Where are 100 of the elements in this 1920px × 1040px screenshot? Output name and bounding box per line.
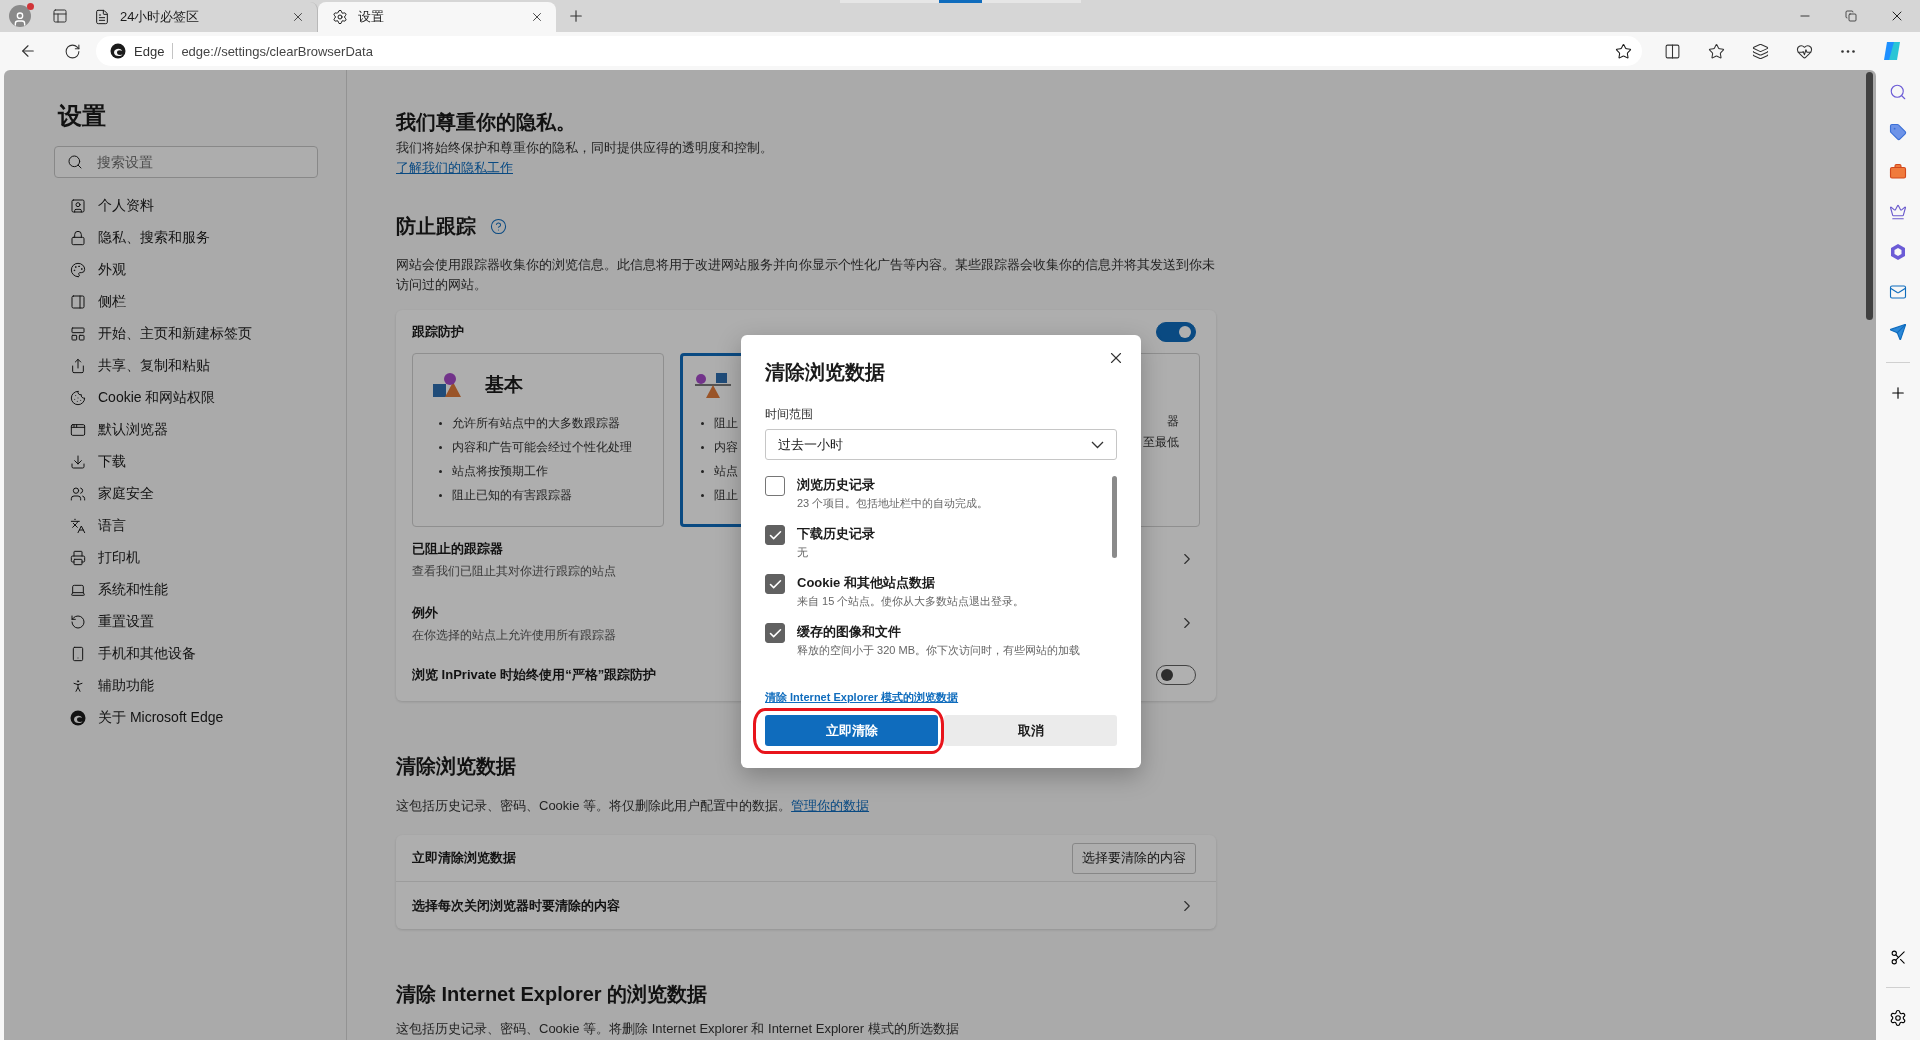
nav-item[interactable]: 隐私、搜索和服务 — [54, 222, 324, 254]
section-heading: 防止跟踪 — [396, 214, 476, 239]
tab-title: 24小时必签区 — [120, 8, 201, 26]
choose-button[interactable]: 选择要清除的内容 — [1072, 842, 1196, 874]
section-description: 这包括历史记录、密码、Cookie 等。将删除 Internet Explorer 和 Internet Explorer 模式的所选数据 — [396, 1020, 960, 1038]
help-icon — [490, 217, 507, 235]
plus-icon — [1889, 384, 1907, 402]
dialog-title: 清除浏览数据 — [765, 360, 886, 385]
cancel-button[interactable]: 取消 — [944, 715, 1117, 746]
level-bullet: 允许所有站点中的大多数跟踪器 — [452, 415, 620, 431]
nav-item[interactable]: 家庭安全 — [54, 478, 324, 510]
level-bullet: 内容和广告可能会经过个性化处理 — [452, 439, 632, 455]
level-bullet: 站点将按预期工作 — [452, 463, 548, 479]
checkbox[interactable] — [765, 574, 785, 594]
nav-item[interactable]: 关于 Microsoft Edge — [54, 702, 324, 734]
heart-pulse-icon — [1795, 42, 1813, 60]
scissors-icon — [1889, 948, 1907, 966]
nav-item[interactable]: 语言 — [54, 510, 324, 542]
nav-item[interactable]: 共享、复制和粘贴 — [54, 350, 324, 382]
nav-item[interactable]: 辅助功能 — [54, 670, 324, 702]
option-label: Cookie 和其他站点数据 — [797, 574, 936, 592]
toggle-switch[interactable] — [1156, 322, 1196, 342]
phone-icon — [70, 646, 86, 662]
settings-title: 设置 — [58, 101, 107, 131]
people-icon — [70, 486, 86, 502]
printer-icon — [70, 550, 86, 566]
lock-icon — [70, 230, 86, 246]
accessibility-icon — [70, 678, 86, 694]
tab-title: 设置 — [358, 8, 385, 26]
nav-item[interactable]: 重置设置 — [54, 606, 324, 638]
address-bar[interactable]: Edge edge://settings/clearBrowserData — [96, 36, 1642, 66]
search-icon — [67, 154, 83, 170]
search-icon — [1889, 83, 1907, 101]
nav-item[interactable]: 打印机 — [54, 542, 324, 574]
palette-icon — [70, 262, 86, 278]
option-detail: 23 个项目。包括地址栏中的自动完成。 — [797, 496, 989, 511]
balance-icon — [693, 370, 733, 400]
option-label: 下载历史记录 — [797, 525, 875, 543]
level-bullet: 内容 — [714, 439, 738, 455]
nav-item[interactable]: 下载 — [54, 446, 324, 478]
panel-icon — [70, 294, 86, 310]
privacy-text: 我们将始终保护和尊重你的隐私，同时提供应得的透明度和控制。 了解我们的隐私工作 — [396, 139, 774, 177]
star-icon — [1615, 42, 1632, 60]
nav-item[interactable]: 系统和性能 — [54, 574, 324, 606]
nav-item[interactable]: 开始、主页和新建标签页 — [54, 318, 324, 350]
search-field[interactable]: 搜索设置 — [54, 146, 318, 178]
browser-tab[interactable]: 设置 — [318, 2, 556, 32]
option-detail: 无 — [797, 545, 809, 560]
row-title: 已阻止的跟踪器 — [412, 539, 504, 558]
checkbox[interactable] — [765, 525, 785, 545]
level-card[interactable]: 基本 允许所有站点中的大多数跟踪器 内容和广告可能会经过个性化处理 站点将按预期工作 阻止已知的有害跟踪器 — [412, 353, 664, 527]
section-description: 这包括历史记录、密码、Cookie 等。将仅删除此用户配置中的数据。管理你的数据 — [396, 797, 871, 815]
section-description: 网站会使用跟踪器收集你的浏览信息。此信息将用于改进网站服务并向你显示个性化广告等内容。某些跟踪器会收集你的信息并将其发送到你未访问过的网站。 — [396, 256, 1216, 294]
option-label: 缓存的图像和文件 — [797, 623, 902, 641]
hexagon-icon — [1889, 243, 1907, 261]
send-icon — [1889, 323, 1907, 341]
level-bullet: 阻止 — [714, 415, 738, 431]
toggle-switch[interactable] — [1156, 665, 1196, 685]
logo-icon — [110, 43, 126, 59]
star-icon — [1707, 42, 1725, 60]
nav-item[interactable]: 默认浏览器 — [54, 414, 324, 446]
clear-now-button[interactable]: 立即清除 — [765, 715, 938, 746]
plus-icon — [567, 7, 585, 25]
nav-item[interactable]: 侧栏 — [54, 286, 324, 318]
refresh-icon — [63, 42, 81, 60]
level-bullet: 站点 — [714, 463, 738, 479]
nav-item[interactable]: 外观 — [54, 254, 324, 286]
window-icon — [70, 422, 86, 438]
tag-icon — [1889, 123, 1907, 141]
level-bullet: 器 — [1167, 414, 1179, 429]
time-range-dropdown[interactable]: 过去一小时 — [765, 429, 1117, 460]
row-title: 立即清除浏览数据 — [412, 849, 516, 867]
reset-icon — [70, 614, 86, 630]
close-icon — [291, 10, 305, 24]
manage-data-link[interactable]: 管理你的数据 — [791, 798, 870, 813]
option-detail: 释放的空间小于 320 MB。你下次访问时，有些网站的加载 — [797, 643, 1080, 658]
panel-title: 跟踪防护 — [412, 323, 464, 341]
more-icon — [1841, 49, 1855, 53]
language-icon — [70, 518, 86, 534]
nav-item[interactable]: 个人资料 — [54, 190, 324, 222]
logo-icon — [70, 710, 86, 726]
tabs-icon — [52, 8, 68, 24]
split-screen-icon — [1663, 42, 1681, 60]
nav-item[interactable]: 手机和其他设备 — [54, 638, 324, 670]
site-label: Edge — [134, 43, 165, 59]
layers-icon — [1751, 42, 1769, 60]
checkbox[interactable] — [765, 476, 785, 496]
row-subtitle: 查看我们已阻止其对你进行跟踪的站点 — [412, 563, 616, 579]
share-icon — [70, 358, 86, 374]
privacy-link[interactable]: 了解我们的隐私工作 — [396, 160, 513, 175]
cookie-icon — [70, 390, 86, 406]
settings-icon — [1889, 1009, 1907, 1027]
checkbox[interactable] — [765, 623, 785, 643]
ie-data-link[interactable]: 清除 Internet Explorer 模式的浏览数据 — [765, 690, 959, 705]
level-title: 基本 — [485, 373, 523, 397]
section-heading: 清除 Internet Explorer 的浏览数据 — [396, 982, 708, 1007]
nav-item[interactable]: Cookie 和网站权限 — [54, 382, 324, 414]
mail-icon — [1889, 283, 1907, 301]
section-heading: 我们尊重你的隐私。 — [396, 110, 576, 135]
restore-icon — [1845, 10, 1857, 22]
